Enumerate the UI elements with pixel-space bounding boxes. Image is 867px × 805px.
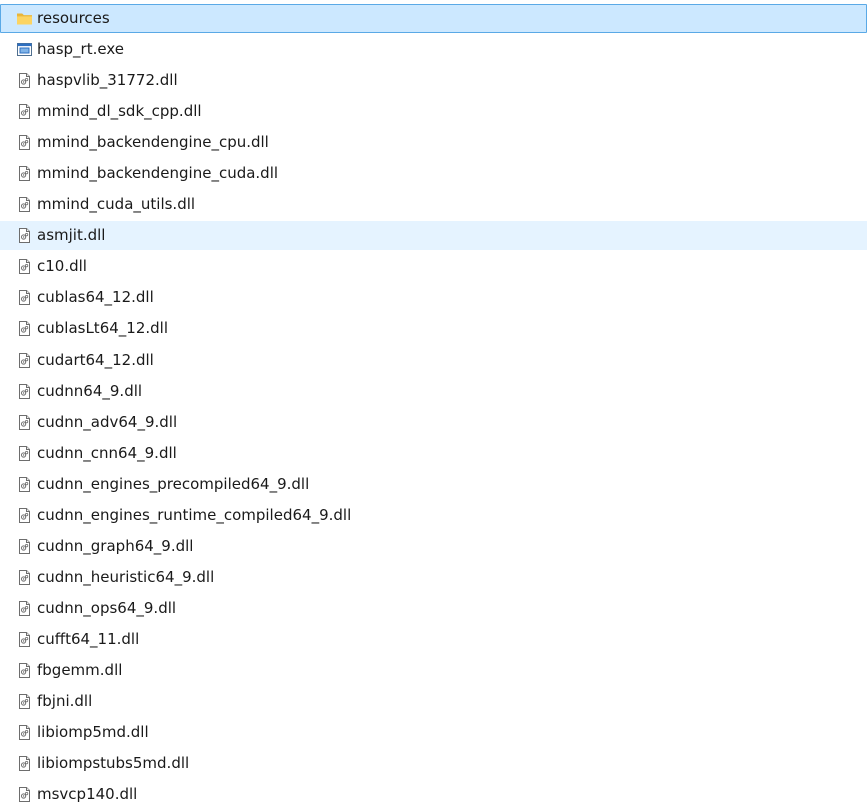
dll-file-icon bbox=[16, 258, 33, 275]
dll-file-icon bbox=[16, 693, 33, 710]
file-name: cublasLt64_12.dll bbox=[37, 319, 168, 338]
dll-file-icon bbox=[16, 631, 33, 648]
file-row[interactable]: cudnn_engines_precompiled64_9.dll bbox=[0, 470, 867, 499]
dll-file-icon bbox=[16, 196, 33, 213]
folder-icon bbox=[16, 10, 33, 27]
file-name: cudnn_adv64_9.dll bbox=[37, 412, 178, 431]
file-row[interactable]: cudnn_adv64_9.dll bbox=[0, 408, 867, 437]
file-name: libiompstubs5md.dll bbox=[37, 754, 190, 773]
file-row[interactable]: haspvlib_31772.dll bbox=[0, 66, 867, 95]
file-row[interactable]: mmind_backendengine_cpu.dll bbox=[0, 128, 867, 157]
exe-icon bbox=[16, 41, 33, 58]
file-name: resources bbox=[37, 9, 110, 27]
file-name: cudnn64_9.dll bbox=[37, 381, 143, 400]
file-name: fbjni.dll bbox=[37, 692, 93, 711]
file-row[interactable]: resources bbox=[0, 4, 867, 33]
file-row[interactable]: c10.dll bbox=[0, 252, 867, 281]
dll-file-icon bbox=[16, 538, 33, 555]
dll-file-icon bbox=[16, 103, 33, 120]
file-name: fbgemm.dll bbox=[37, 660, 123, 679]
dll-file-icon bbox=[16, 352, 33, 369]
file-row[interactable]: cublas64_12.dll bbox=[0, 283, 867, 312]
file-row[interactable]: cudnn_heuristic64_9.dll bbox=[0, 563, 867, 592]
dll-file-icon bbox=[16, 383, 33, 400]
file-name: libiomp5md.dll bbox=[37, 723, 149, 742]
file-row[interactable]: cudnn_graph64_9.dll bbox=[0, 532, 867, 561]
file-name: msvcp140.dll bbox=[37, 785, 138, 804]
dll-file-icon bbox=[16, 569, 33, 586]
file-row[interactable]: cudart64_12.dll bbox=[0, 346, 867, 375]
dll-file-icon bbox=[16, 507, 33, 524]
file-list: resources hasp_rt.exe haspvlib_31772.dllmm… bbox=[0, 0, 867, 805]
file-row[interactable]: mmind_cuda_utils.dll bbox=[0, 190, 867, 219]
dll-file-icon bbox=[16, 786, 33, 803]
file-row[interactable]: libiompstubs5md.dll bbox=[0, 749, 867, 778]
dll-file-icon bbox=[16, 414, 33, 431]
dll-file-icon bbox=[16, 724, 33, 741]
file-name: mmind_dl_sdk_cpp.dll bbox=[37, 102, 202, 121]
dll-file-icon bbox=[16, 165, 33, 182]
file-name: mmind_backendengine_cuda.dll bbox=[37, 164, 279, 183]
file-row[interactable]: cudnn_ops64_9.dll bbox=[0, 594, 867, 623]
file-name: mmind_backendengine_cpu.dll bbox=[37, 133, 269, 152]
file-name: cudnn_cnn64_9.dll bbox=[37, 443, 177, 462]
file-row[interactable]: cufft64_11.dll bbox=[0, 625, 867, 654]
file-row[interactable]: cudnn64_9.dll bbox=[0, 377, 867, 406]
dll-file-icon bbox=[16, 755, 33, 772]
dll-file-icon bbox=[16, 600, 33, 617]
file-name: cudnn_engines_runtime_compiled64_9.dll bbox=[37, 505, 352, 524]
file-name: asmjit.dll bbox=[37, 226, 106, 245]
file-row[interactable]: cudnn_cnn64_9.dll bbox=[0, 439, 867, 468]
file-row[interactable]: mmind_backendengine_cuda.dll bbox=[0, 159, 867, 188]
file-name: cudnn_ops64_9.dll bbox=[37, 598, 177, 617]
file-row[interactable]: libiomp5md.dll bbox=[0, 718, 867, 747]
file-row[interactable]: fbjni.dll bbox=[0, 687, 867, 716]
dll-file-icon bbox=[16, 134, 33, 151]
file-name: cublas64_12.dll bbox=[37, 288, 154, 307]
file-name: cudnn_heuristic64_9.dll bbox=[37, 567, 215, 586]
file-name: cudnn_engines_precompiled64_9.dll bbox=[37, 474, 310, 493]
file-name: haspvlib_31772.dll bbox=[37, 71, 178, 90]
file-name: hasp_rt.exe bbox=[37, 40, 124, 59]
dll-file-icon bbox=[16, 227, 33, 244]
file-row[interactable]: cublasLt64_12.dll bbox=[0, 314, 867, 343]
file-row[interactable]: fbgemm.dll bbox=[0, 656, 867, 685]
file-name: cufft64_11.dll bbox=[37, 629, 140, 648]
file-name: mmind_cuda_utils.dll bbox=[37, 195, 196, 214]
dll-file-icon bbox=[16, 320, 33, 337]
file-row[interactable]: msvcp140.dll bbox=[0, 780, 867, 805]
dll-file-icon bbox=[16, 662, 33, 679]
dll-file-icon bbox=[16, 476, 33, 493]
dll-file-icon bbox=[16, 72, 33, 89]
file-row[interactable]: asmjit.dll bbox=[0, 221, 867, 251]
file-name: cudnn_graph64_9.dll bbox=[37, 536, 194, 555]
dll-file-icon bbox=[16, 445, 33, 462]
file-row[interactable]: hasp_rt.exe bbox=[0, 35, 867, 64]
file-name: c10.dll bbox=[37, 257, 87, 276]
file-row[interactable]: mmind_dl_sdk_cpp.dll bbox=[0, 97, 867, 126]
file-name: cudart64_12.dll bbox=[37, 350, 154, 369]
dll-file-icon bbox=[16, 289, 33, 306]
file-row[interactable]: cudnn_engines_runtime_compiled64_9.dll bbox=[0, 501, 867, 530]
